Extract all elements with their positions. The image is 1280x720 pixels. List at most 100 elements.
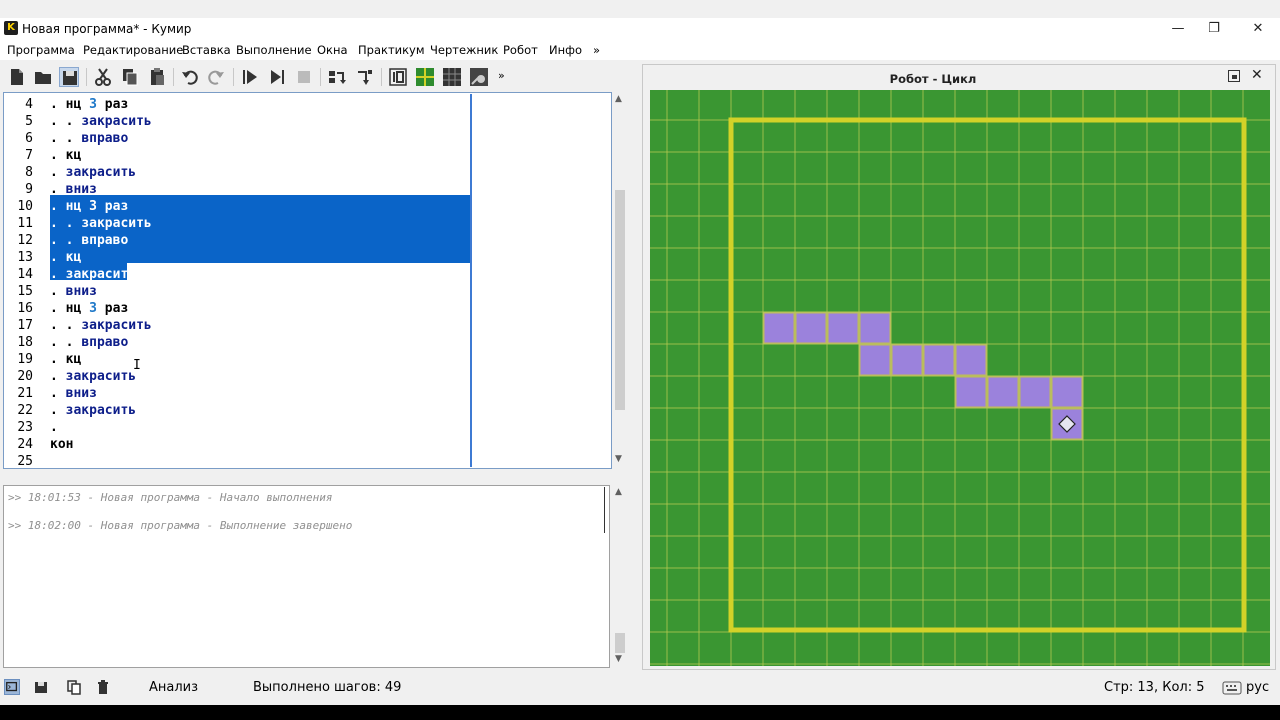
line-number: 19	[17, 352, 33, 367]
code-line[interactable]: 23.	[5, 419, 470, 436]
draw-icon[interactable]	[469, 67, 489, 87]
menu-edit[interactable]: Редактирование	[83, 43, 183, 57]
line-text: . нц 3 раз	[50, 300, 128, 317]
code-line[interactable]: 15. вниз	[5, 283, 470, 300]
copy-icon[interactable]	[120, 67, 140, 87]
code-line[interactable]: 18 . . вправо	[5, 334, 470, 351]
menu-overflow[interactable]: »	[593, 43, 600, 57]
line-number: 6	[25, 131, 33, 146]
menu-practicum[interactable]: Практикум	[358, 43, 425, 57]
code-token: .	[50, 199, 66, 214]
code-line[interactable]: 17 . . закрасить	[5, 317, 470, 334]
code-token: .	[50, 386, 66, 401]
stop-icon[interactable]	[294, 67, 314, 87]
mode-status: Анализ	[149, 680, 199, 695]
code-line[interactable]: 11 . . закрасить	[5, 215, 470, 232]
code-area[interactable]: 4. нц 3 раз 5. . закрасить 6. . вправо 7. к…	[5, 94, 472, 467]
code-line[interactable]: 24 кон	[5, 436, 470, 453]
scroll-down-arrow[interactable]: ▼	[615, 454, 622, 464]
code-line[interactable]: 21. вниз	[5, 385, 470, 402]
scroll-down-arrow[interactable]: ▼	[615, 654, 622, 664]
redo-icon[interactable]	[206, 67, 226, 87]
line-text: . закрасить	[50, 266, 136, 283]
line-text: . нц 3 раз	[50, 96, 128, 113]
menu-info[interactable]: Инфо	[549, 43, 582, 57]
grid-icon[interactable]	[442, 67, 462, 87]
code-line[interactable]: 25	[5, 453, 470, 467]
output-log[interactable]: >> 18:01:53 - Новая программа - Начало в…	[3, 485, 610, 668]
code-token: вправо	[81, 131, 129, 146]
minimize-button[interactable]: —	[1163, 20, 1193, 38]
text-cursor: I	[133, 358, 141, 373]
code-token: . .	[50, 131, 82, 146]
code-line[interactable]: 6 . . вправо	[5, 130, 470, 147]
code-line[interactable]: 9. вниз	[5, 181, 470, 198]
menu-drawer[interactable]: Чертежник	[430, 43, 498, 57]
code-line[interactable]: 20. закрасить	[5, 368, 470, 385]
close-button[interactable]: ✕	[1243, 20, 1273, 38]
line-text: . закрасить	[50, 368, 136, 385]
console-icon[interactable]	[4, 679, 20, 695]
scroll-up-arrow[interactable]: ▲	[615, 94, 622, 104]
menu-windows[interactable]: Окна	[317, 43, 348, 57]
code-line[interactable]: 16. нц 3 раз	[5, 300, 470, 317]
code-line[interactable]: 10. нц 3 раз	[5, 198, 470, 215]
line-number: 8	[25, 165, 33, 180]
code-line[interactable]: 22. закрасить	[5, 402, 470, 419]
scrollbar-thumb[interactable]	[615, 190, 625, 410]
step-over-icon[interactable]	[327, 67, 347, 87]
counter-icon[interactable]	[388, 67, 408, 87]
code-editor[interactable]: 4. нц 3 раз 5. . закрасить 6. . вправо 7. к…	[3, 92, 612, 469]
code-token: кц	[65, 250, 82, 265]
robot-field-icon[interactable]	[415, 67, 435, 87]
code-line[interactable]: 19. кц	[5, 351, 470, 368]
line-number: 18	[17, 335, 33, 350]
code-token: кц	[65, 148, 82, 163]
cut-icon[interactable]	[93, 67, 113, 87]
editor-scrollbar[interactable]: ▲ ▼	[612, 92, 628, 469]
step-into-icon[interactable]	[354, 67, 374, 87]
window-title: Новая программа* - Кумир	[22, 22, 192, 36]
toolbar-overflow[interactable]: »	[498, 69, 505, 82]
code-line[interactable]: 13. кц	[5, 249, 470, 266]
run-icon[interactable]	[240, 67, 260, 87]
save-icon[interactable]	[59, 67, 79, 87]
menu-program[interactable]: Программа	[7, 43, 75, 57]
float-panel-icon[interactable]	[1228, 70, 1240, 82]
title-bar: K Новая программа* - Кумир — ❐ ✕	[0, 18, 1280, 40]
code-token: вниз	[65, 386, 97, 401]
painted-cell	[762, 311, 796, 345]
code-line[interactable]: 4. нц 3 раз	[5, 96, 470, 113]
scroll-up-arrow[interactable]: ▲	[615, 487, 622, 497]
open-folder-icon[interactable]	[33, 67, 53, 87]
menu-run[interactable]: Выполнение	[236, 43, 312, 57]
code-token: .	[50, 420, 58, 435]
code-token: закрасить	[65, 267, 137, 282]
menu-robot[interactable]: Робот	[503, 43, 538, 57]
save-log-icon[interactable]	[33, 679, 49, 695]
close-panel-icon[interactable]: ✕	[1251, 67, 1263, 83]
restore-button[interactable]: ❐	[1199, 20, 1229, 38]
code-token: закрасить	[65, 369, 137, 384]
copy-log-icon[interactable]	[66, 679, 82, 695]
code-token: закрасить	[65, 403, 137, 418]
code-token: раз	[96, 301, 129, 316]
code-token: 3	[89, 97, 97, 112]
code-line[interactable]: 14. закрасить	[5, 266, 470, 283]
log-scrollbar[interactable]: ▲ ▼	[612, 485, 628, 668]
code-line[interactable]: 5 . . закрасить	[5, 113, 470, 130]
undo-icon[interactable]	[180, 67, 200, 87]
clear-log-icon[interactable]	[95, 679, 111, 695]
line-number: 7	[25, 148, 33, 163]
keyboard-icon[interactable]	[1222, 681, 1242, 695]
language-indicator[interactable]: рус	[1246, 680, 1269, 695]
paste-icon[interactable]	[147, 67, 167, 87]
step-run-icon[interactable]	[267, 67, 287, 87]
code-line[interactable]: 7. кц	[5, 147, 470, 164]
scrollbar-thumb[interactable]	[615, 633, 625, 653]
code-line[interactable]: 12 . . вправо	[5, 232, 470, 249]
code-line[interactable]: 8. закрасить	[5, 164, 470, 181]
new-file-icon[interactable]	[7, 67, 27, 87]
menu-insert[interactable]: Вставка	[182, 43, 231, 57]
robot-field[interactable]	[650, 90, 1270, 666]
